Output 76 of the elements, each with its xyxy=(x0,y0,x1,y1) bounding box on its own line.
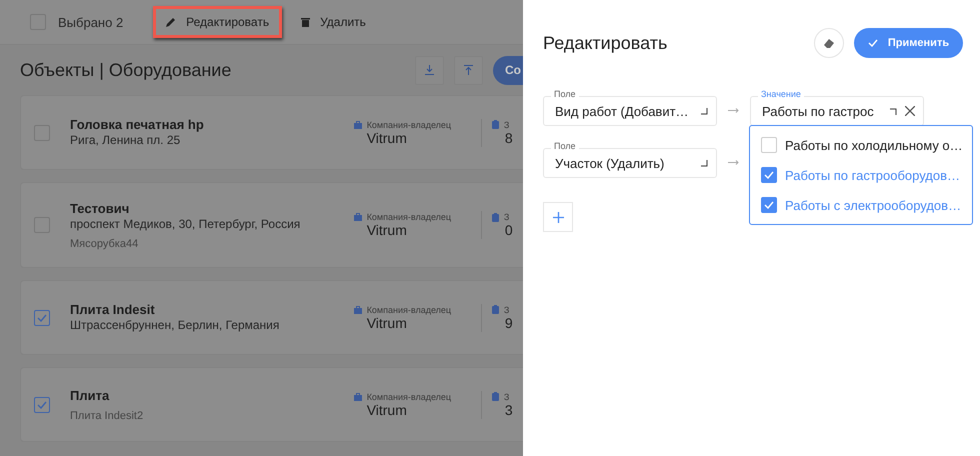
check-icon xyxy=(764,171,774,179)
eraser-icon xyxy=(824,38,834,48)
page-title: Объекты | Оборудование xyxy=(20,60,232,80)
delete-button[interactable]: Удалить xyxy=(288,6,379,38)
create-button[interactable]: Со xyxy=(493,56,523,84)
upload-button[interactable] xyxy=(454,56,483,84)
column-value: 9 xyxy=(504,314,514,330)
download-button[interactable] xyxy=(415,56,444,84)
dropdown-option[interactable]: Работы по гастрооборудов… xyxy=(750,160,972,190)
selected-count: Выбрано 2 xyxy=(58,14,124,30)
option-checkbox[interactable] xyxy=(761,137,777,153)
column-label: З xyxy=(504,212,510,222)
column-label: З xyxy=(504,392,510,402)
option-checkbox[interactable] xyxy=(761,197,777,213)
field-label: Поле xyxy=(551,141,579,151)
object-name: Головка печатная hp xyxy=(70,117,205,133)
clipboard-icon xyxy=(492,392,499,401)
object-address: проспект Медиков, 30, Петербург, Россия xyxy=(70,216,302,232)
column-label: З xyxy=(504,304,510,314)
clipboard-icon xyxy=(492,212,499,222)
dropdown-option[interactable]: Работы по холодильному о… xyxy=(750,130,972,160)
value-label: Значение xyxy=(758,89,804,99)
edit-button[interactable]: Редактировать xyxy=(153,6,282,38)
object-card[interactable]: Плита Indesit Штрассенбруннен, Берлин, Германия Компания-владелец Vitrum З 9 xyxy=(20,280,523,355)
owner-label: Компания-владелец xyxy=(366,212,452,222)
owner-value: Vitrum xyxy=(366,314,407,330)
pencil-icon xyxy=(166,17,176,27)
object-card[interactable]: Тестович проспект Медиков, 30, Петербург, Россия Мясорубка44 Компания-владелец Vitrum З 0 xyxy=(20,182,523,268)
owner-value: Vitrum xyxy=(366,130,407,146)
row-checkbox[interactable] xyxy=(34,396,50,412)
column-value: 8 xyxy=(504,130,514,146)
object-card[interactable]: Головка печатная hp Рига, Ленина пл. 25 Компания-владелец Vitrum З 8 xyxy=(20,95,523,170)
download-icon xyxy=(425,65,434,75)
check-icon xyxy=(37,400,47,408)
dropdown-option[interactable]: Работы с электрооборудов… xyxy=(750,190,972,220)
check-icon xyxy=(868,39,878,47)
check-icon xyxy=(764,201,774,209)
plus-icon xyxy=(552,212,564,222)
arrow-icon xyxy=(728,160,739,165)
object-name: Тестович xyxy=(70,200,130,216)
clipboard-icon xyxy=(492,120,499,129)
check-icon xyxy=(37,314,47,322)
owner-label: Компания-владелец xyxy=(366,304,452,314)
column-value: 3 xyxy=(504,402,514,418)
clipboard-icon xyxy=(492,305,499,314)
arrow-icon xyxy=(728,108,739,113)
expand-icon[interactable] xyxy=(701,160,708,166)
owner-value: Vitrum xyxy=(366,402,407,418)
column-value: 0 xyxy=(504,222,514,238)
field-label: Поле xyxy=(551,89,579,99)
briefcase-icon xyxy=(354,213,362,221)
collapse-icon[interactable] xyxy=(890,108,897,114)
briefcase-icon xyxy=(354,392,362,400)
add-button[interactable] xyxy=(543,202,573,232)
clear-icon[interactable] xyxy=(905,106,915,116)
owner-value: Vitrum xyxy=(366,222,408,238)
briefcase-icon xyxy=(354,120,362,128)
object-card[interactable]: Плита Плита Indesit2 Компания-владелец Vitrum З 3 xyxy=(20,367,523,442)
object-note: Мясорубка44 xyxy=(70,238,140,250)
clear-button[interactable] xyxy=(814,28,844,58)
object-name: Плита xyxy=(70,388,110,404)
briefcase-icon xyxy=(354,306,362,314)
option-checkbox[interactable] xyxy=(761,167,777,183)
expand-icon[interactable] xyxy=(701,108,708,114)
owner-label: Компания-владелец xyxy=(366,120,452,130)
trash-icon xyxy=(301,17,310,27)
object-address: Рига, Ленина пл. 25 xyxy=(70,133,182,148)
object-address: Штрассенбруннен, Берлин, Германия xyxy=(70,318,280,333)
panel-title: Редактировать xyxy=(543,32,668,54)
owner-label: Компания-владелец xyxy=(366,392,452,402)
object-name: Плита Indesit xyxy=(70,302,156,318)
row-checkbox[interactable] xyxy=(34,310,50,326)
object-note: Плита Indesit2 xyxy=(70,410,144,422)
apply-button[interactable]: Применить xyxy=(854,28,963,58)
upload-icon xyxy=(464,65,473,75)
column-label: З xyxy=(504,120,510,130)
